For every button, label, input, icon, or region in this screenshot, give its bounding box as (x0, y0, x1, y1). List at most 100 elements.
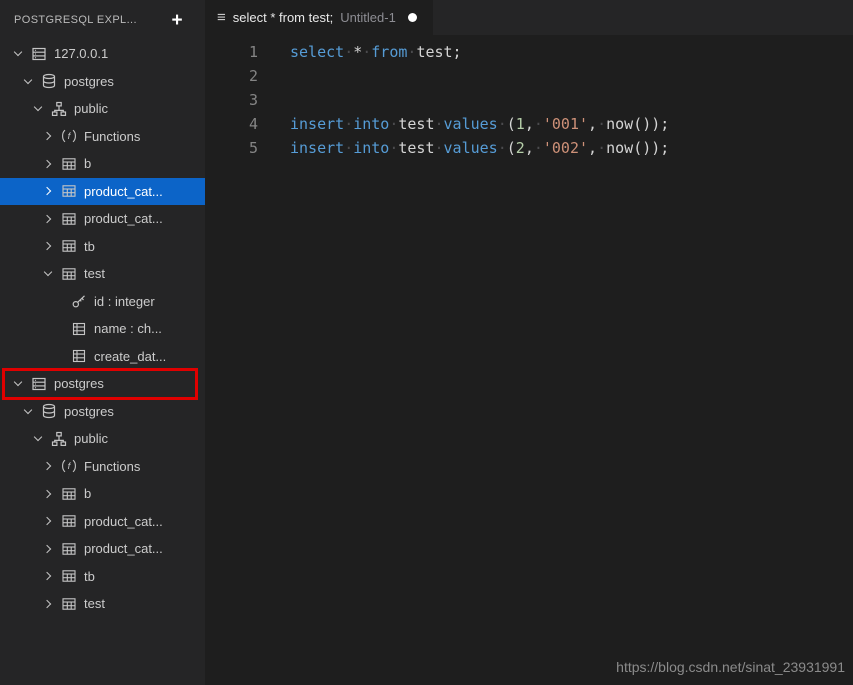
chevron-down-icon[interactable] (28, 95, 48, 123)
tree-item-functions[interactable]: f Functions (0, 453, 205, 481)
tree-item-label: product_cat... (84, 184, 163, 199)
code-line[interactable]: 3 (205, 88, 853, 112)
code-area[interactable]: 1select·*·from·test;234insert·into·test·… (205, 35, 853, 160)
tree-item-product-cat[interactable]: product_cat... (0, 205, 205, 233)
column-icon (68, 343, 90, 371)
tree-item-label: 127.0.0.1 (54, 46, 108, 61)
line-number: 5 (205, 136, 258, 160)
tree-item-127-0-0-1[interactable]: 127.0.0.1 (0, 40, 205, 68)
chevron-right-icon[interactable] (38, 535, 58, 563)
code-line[interactable]: 4insert·into·test·values·(1,·'001',·now(… (205, 112, 853, 136)
line-number: 2 (205, 64, 258, 88)
tree-item-label: test (84, 266, 105, 281)
tree-item-product-cat[interactable]: product_cat... (0, 508, 205, 536)
chevron-down-icon[interactable] (18, 68, 38, 96)
tree-item-public[interactable]: public (0, 95, 205, 123)
chevron-right-icon[interactable] (38, 205, 58, 233)
tree-item-id-integer[interactable]: id : integer (0, 288, 205, 316)
tree-item-label: b (84, 156, 91, 171)
code-text: select·*·from·test; (258, 40, 462, 64)
tree-item-tb[interactable]: tb (0, 233, 205, 261)
tree-item-label: id : integer (94, 294, 155, 309)
line-number: 4 (205, 112, 258, 136)
chevron-down-icon[interactable] (18, 398, 38, 426)
server-icon (28, 370, 50, 398)
tree-item-label: Functions (84, 459, 140, 474)
line-number: 3 (205, 88, 258, 112)
function-icon: f (58, 123, 80, 151)
code-line[interactable]: 2 (205, 64, 853, 88)
tree-item-test[interactable]: test (0, 260, 205, 288)
tree-item-label: test (84, 596, 105, 611)
function-icon: f (58, 453, 80, 481)
tree-item-b[interactable]: b (0, 480, 205, 508)
chevron-spacer (48, 343, 68, 371)
tree-item-label: tb (84, 239, 95, 254)
tree-item-label: create_dat... (94, 349, 166, 364)
code-text (258, 88, 290, 112)
tree-item-create-dat[interactable]: create_dat... (0, 343, 205, 371)
tree-item-label: postgres (64, 404, 114, 419)
table-icon (58, 535, 80, 563)
schema-icon (48, 425, 70, 453)
chevron-right-icon[interactable] (38, 123, 58, 151)
column-icon (68, 315, 90, 343)
add-connection-button[interactable]: + (172, 11, 184, 30)
chevron-spacer (48, 288, 68, 316)
tree-item-name-ch[interactable]: name : ch... (0, 315, 205, 343)
tree-item-label: name : ch... (94, 321, 162, 336)
table-icon (58, 563, 80, 591)
chevron-right-icon[interactable] (38, 453, 58, 481)
tree-item-label: b (84, 486, 91, 501)
chevron-down-icon[interactable] (38, 260, 58, 288)
code-line[interactable]: 5insert·into·test·values·(2,·'002',·now(… (205, 136, 853, 160)
line-number: 1 (205, 40, 258, 64)
tree-item-postgres[interactable]: postgres (0, 398, 205, 426)
table-icon (58, 150, 80, 178)
chevron-right-icon[interactable] (38, 178, 58, 206)
chevron-right-icon[interactable] (38, 480, 58, 508)
tree-item-test[interactable]: test (0, 590, 205, 618)
tree-item-postgres[interactable]: postgres (0, 370, 205, 398)
database-icon (38, 398, 60, 426)
watermark-url: https://blog.csdn.net/sinat_23931991 (616, 659, 845, 675)
key-icon (68, 288, 90, 316)
table-icon (58, 178, 80, 206)
tree-item-functions[interactable]: fFunctions (0, 123, 205, 151)
chevron-down-icon[interactable] (8, 40, 28, 68)
tab-bar: ≡ select * from test; Untitled-1 (205, 0, 853, 35)
tree-item-product-cat[interactable]: product_cat... (0, 178, 205, 206)
tree-item-tb[interactable]: tb (0, 563, 205, 591)
tree-item-postgres[interactable]: postgres (0, 68, 205, 96)
tree-item-product-cat[interactable]: product_cat... (0, 535, 205, 563)
chevron-right-icon[interactable] (38, 563, 58, 591)
chevron-right-icon[interactable] (38, 150, 58, 178)
file-icon: ≡ (217, 10, 226, 25)
tab-title: select * from test; (233, 10, 333, 25)
tab-subtitle: Untitled-1 (340, 10, 396, 25)
database-icon (38, 68, 60, 96)
chevron-right-icon[interactable] (38, 508, 58, 536)
code-line[interactable]: 1select·*·from·test; (205, 40, 853, 64)
tree-item-public[interactable]: public (0, 425, 205, 453)
chevron-right-icon[interactable] (38, 233, 58, 261)
tree-item-label: product_cat... (84, 514, 163, 529)
code-text: insert·into·test·values·(1,·'001',·now()… (258, 112, 669, 136)
chevron-right-icon[interactable] (38, 590, 58, 618)
code-text (258, 64, 290, 88)
modified-indicator-dot[interactable] (408, 13, 417, 22)
tab-untitled-1[interactable]: ≡ select * from test; Untitled-1 (205, 0, 433, 35)
table-icon (58, 233, 80, 261)
tree-item-label: postgres (64, 74, 114, 89)
svg-text:f: f (68, 461, 72, 472)
chevron-spacer (48, 315, 68, 343)
chevron-down-icon[interactable] (8, 370, 28, 398)
table-icon (58, 205, 80, 233)
chevron-down-icon[interactable] (28, 425, 48, 453)
table-icon (58, 508, 80, 536)
tree-item-b[interactable]: b (0, 150, 205, 178)
tree-item-label: public (74, 101, 108, 116)
tree-item-label: public (74, 431, 108, 446)
svg-text:f: f (68, 131, 72, 142)
tree-item-label: product_cat... (84, 541, 163, 556)
